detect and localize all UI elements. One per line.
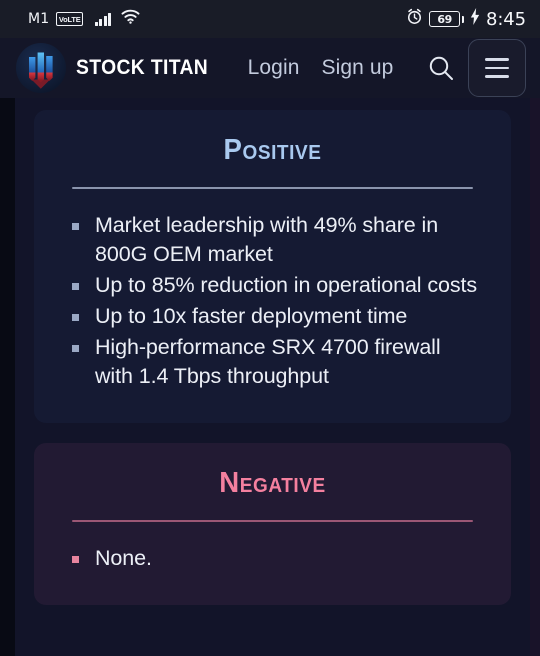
clock-label: 8:45 [485, 8, 526, 30]
positive-bullet-list: Market leadership with 49% share in 800G… [34, 211, 511, 391]
list-item: Up to 85% reduction in operational costs [72, 271, 481, 300]
brand-name-label: STOCK TITAN [76, 56, 209, 79]
content-area: Positive Market leadership with 49% shar… [15, 98, 530, 656]
signup-link[interactable]: Sign up [322, 56, 394, 80]
negative-card-divider [72, 520, 473, 522]
site-header: STOCK TITAN Login Sign up [0, 38, 540, 98]
carrier-label: M1 [28, 11, 50, 27]
negative-bullet-list: None. [34, 544, 511, 573]
charging-bolt-icon [470, 8, 480, 30]
alarm-clock-icon [406, 8, 423, 30]
volte-badge: VoLTE [56, 12, 84, 26]
search-icon[interactable] [424, 51, 458, 85]
battery-indicator: 69 [429, 11, 464, 27]
page-gutter-right [530, 98, 540, 656]
header-nav: Login Sign up [248, 56, 394, 80]
battery-cap [461, 15, 464, 23]
list-item: Market leadership with 49% share in 800G… [72, 211, 481, 269]
list-item: High-performance SRX 4700 firewall with … [72, 333, 481, 391]
brand-link[interactable]: STOCK TITAN [16, 43, 220, 93]
status-bar-right: 69 8:45 [406, 8, 526, 30]
signal-bars-icon [95, 12, 112, 26]
page-body: Positive Market leadership with 49% shar… [0, 98, 540, 656]
stock-titan-logo-icon [16, 43, 66, 93]
positive-card-title: Positive [223, 134, 322, 166]
negative-card-title: Negative [219, 467, 326, 499]
positive-card-divider [72, 187, 473, 189]
list-item: Up to 10x faster deployment time [72, 302, 481, 331]
status-bar-left: M1 VoLTE [28, 9, 140, 29]
battery-level-label: 69 [429, 11, 461, 27]
status-bar: M1 VoLTE 69 8:45 [0, 0, 540, 38]
list-item: None. [72, 544, 481, 573]
wifi-icon [121, 9, 140, 29]
login-link[interactable]: Login [248, 56, 300, 80]
hamburger-menu-icon[interactable] [468, 39, 526, 97]
page-gutter-left [0, 98, 15, 656]
positive-card: Positive Market leadership with 49% shar… [34, 110, 511, 423]
negative-card: Negative None. [34, 443, 511, 605]
header-actions [424, 39, 526, 97]
